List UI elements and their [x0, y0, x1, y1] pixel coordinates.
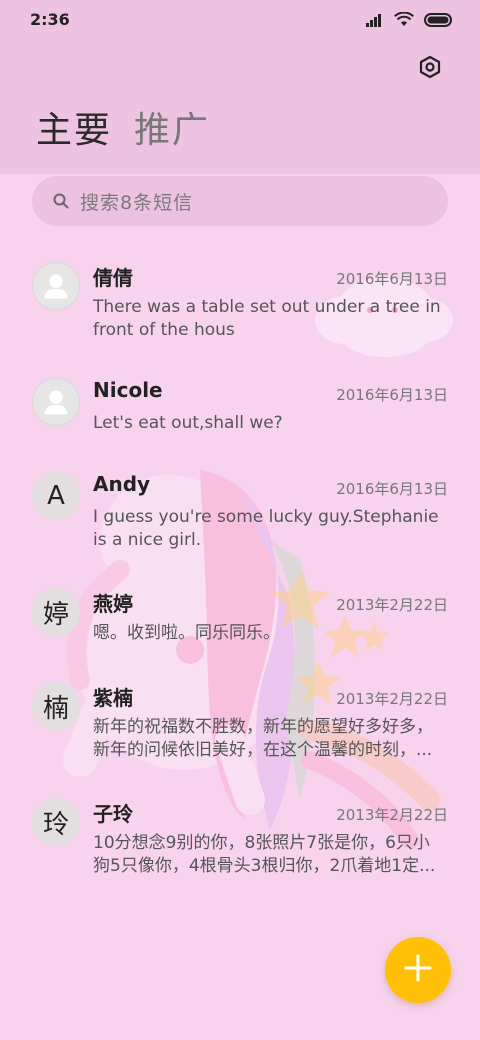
person-icon [44, 390, 68, 415]
contact-name: 子玲 [93, 802, 133, 826]
wifi-icon [394, 11, 414, 31]
new-message-button[interactable] [385, 937, 451, 1003]
message-date: 2016年6月13日 [336, 386, 448, 404]
contact-avatar [32, 262, 80, 310]
battery-icon [424, 12, 454, 31]
message-date: 2016年6月13日 [336, 480, 448, 498]
contact-avatar: 婷 [32, 588, 80, 636]
status-bar: 2:36 [0, 0, 480, 40]
contact-avatar: A [32, 472, 80, 520]
contact-avatar: 玲 [32, 798, 80, 846]
tab-bar: 主要 推广 [36, 108, 210, 154]
contact-name: Andy [93, 472, 151, 496]
message-item[interactable]: Nicole 2016年6月13日 Let's eat out,shall we… [0, 370, 480, 450]
contact-avatar: 楠 [32, 682, 80, 730]
message-preview: Let's eat out,shall we? [93, 413, 283, 433]
tab-promotion[interactable]: 推广 [134, 108, 210, 154]
message-preview: I guess you're some lucky guy.Stephanie … [93, 507, 439, 550]
message-item[interactable]: 婷 燕婷 2013年2月22日 嗯。收到啦。同乐同乐。 [0, 580, 480, 660]
message-date: 2013年2月22日 [336, 596, 448, 614]
contact-name: Nicole [93, 378, 163, 402]
settings-icon [418, 55, 442, 83]
message-item[interactable]: A Andy 2016年6月13日 I guess you're some lu… [0, 464, 480, 568]
tab-primary[interactable]: 主要 [36, 108, 112, 154]
contact-avatar [32, 378, 80, 426]
search-icon [52, 192, 70, 210]
contact-name: 倩倩 [93, 266, 133, 290]
search-placeholder: 搜索8条短信 [80, 191, 194, 214]
message-preview: 嗯。收到啦。同乐同乐。 [93, 623, 280, 643]
contact-name: 燕婷 [93, 592, 133, 616]
message-item[interactable]: 倩倩 2016年6月13日 There was a table set out … [0, 254, 480, 358]
message-date: 2016年6月13日 [336, 270, 448, 288]
message-preview: 10分想念9别的你，8张照片7张是你，6只小狗5只像你，4根骨头3根归你，2爪着… [93, 833, 436, 876]
message-preview: There was a table set out under a tree i… [93, 297, 441, 340]
message-item[interactable]: 玲 子玲 2013年2月22日 10分想念9别的你，8张照片7张是你，6只小狗5… [0, 790, 480, 894]
message-date: 2013年2月22日 [336, 690, 448, 708]
message-item[interactable]: 楠 紫楠 2013年2月22日 新年的祝福数不胜数，新年的愿望好多好多，新年的问… [0, 674, 480, 778]
search-bar[interactable]: 搜索8条短信 [32, 176, 448, 226]
contact-name: 紫楠 [93, 686, 133, 710]
plus-icon [404, 954, 432, 986]
person-icon [44, 274, 68, 299]
message-preview: 新年的祝福数不胜数，新年的愿望好多好多，新年的问候依旧美好，在这个温馨的时刻，.… [93, 717, 433, 760]
status-icons [366, 11, 454, 31]
settings-button[interactable] [414, 53, 446, 85]
signal-icon [366, 12, 384, 31]
message-date: 2013年2月22日 [336, 806, 448, 824]
status-time: 2:36 [30, 10, 70, 29]
